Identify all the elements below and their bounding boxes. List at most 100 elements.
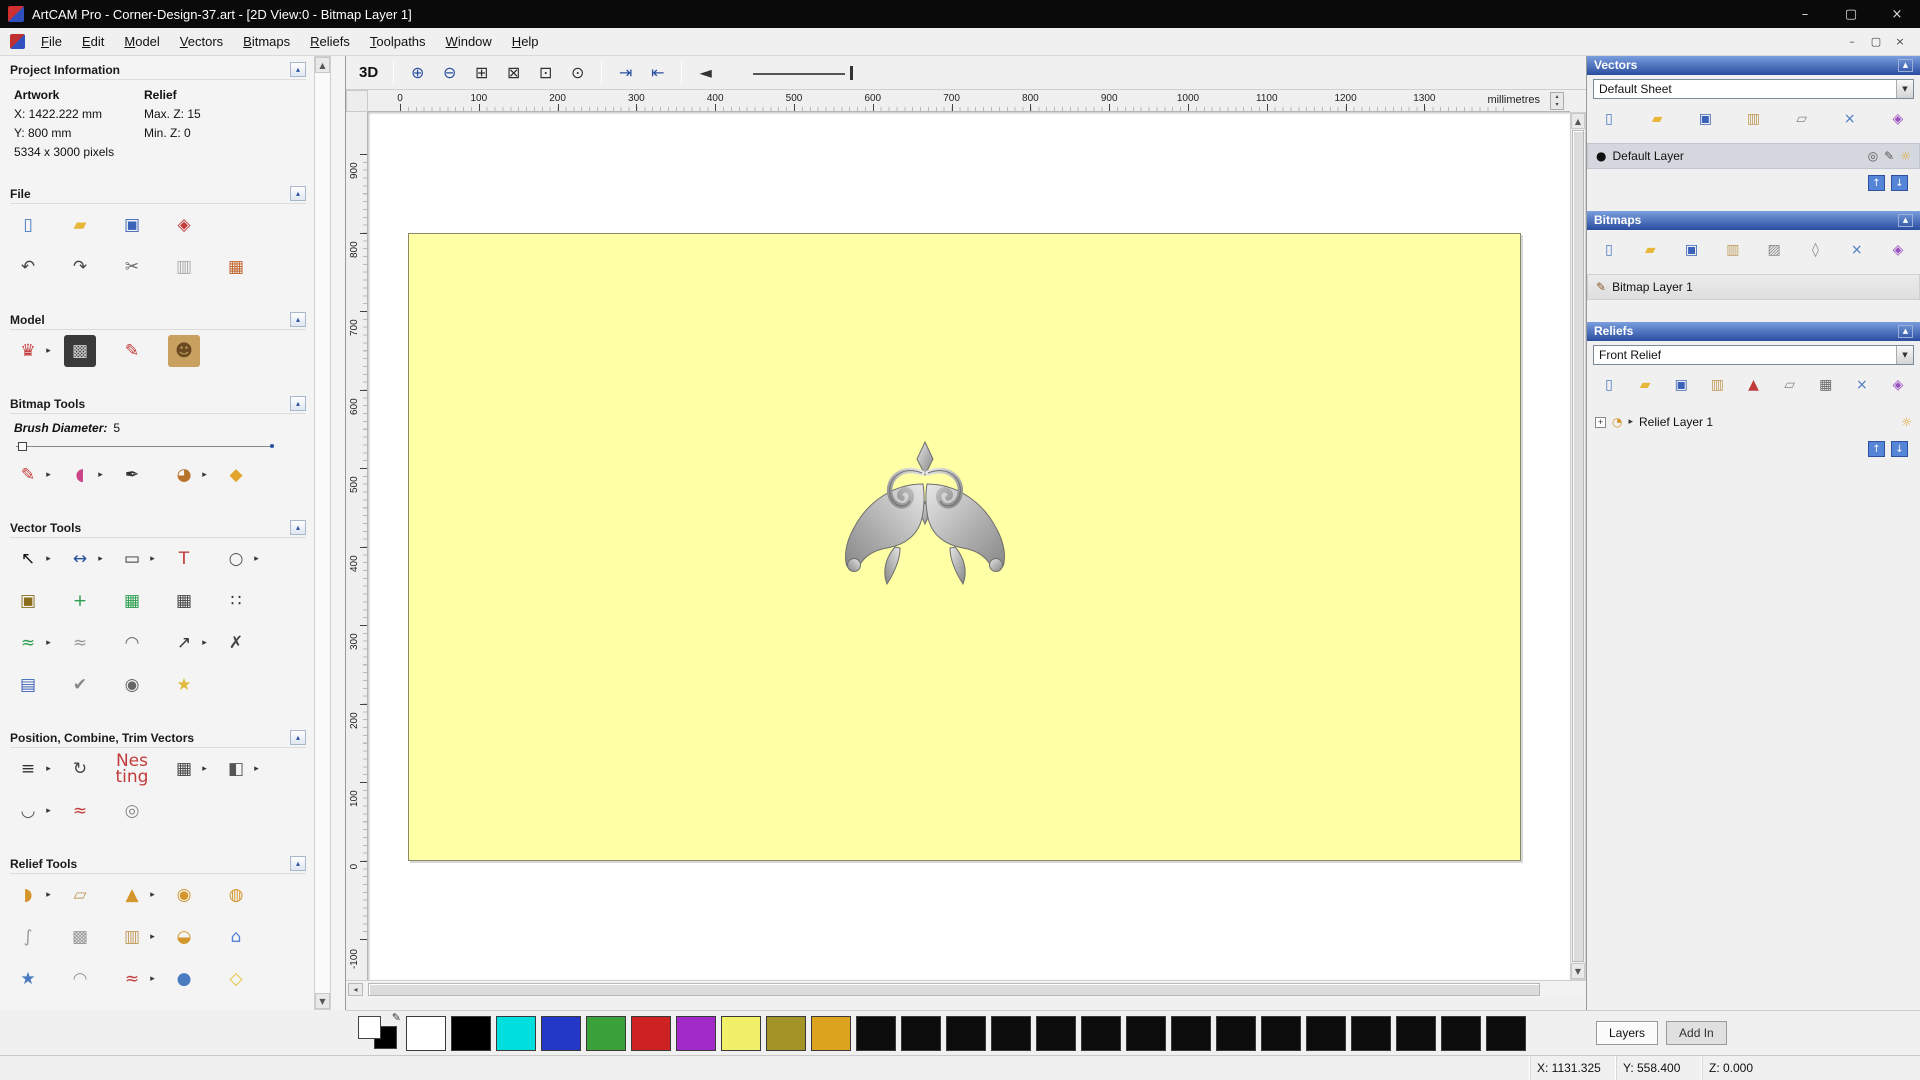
- texture-relief-icon[interactable]: ●: [168, 963, 200, 995]
- scatter-points-icon[interactable]: ∷: [220, 585, 252, 617]
- colour-swatch[interactable]: [811, 1015, 851, 1051]
- wave-relief-icon[interactable]: ≈: [116, 963, 148, 995]
- flyout-arrow-icon[interactable]: ▸: [148, 974, 157, 984]
- join-vectors-icon[interactable]: ◡: [12, 795, 44, 827]
- vector-layer-row[interactable]: ● Default Layer ◎ ✎ ☼: [1587, 143, 1920, 169]
- merge-relief-layers-icon[interactable]: ◈: [1886, 375, 1910, 397]
- star-tool-icon[interactable]: ★: [168, 669, 200, 701]
- colour-swatch[interactable]: [1126, 1015, 1166, 1051]
- new-model-icon[interactable]: ▯: [12, 209, 44, 241]
- colour-swatch[interactable]: [856, 1015, 896, 1051]
- vector-doctor-icon[interactable]: ✔: [64, 669, 96, 701]
- new-relief-sheet-icon[interactable]: ▱: [1778, 375, 1802, 397]
- link-bitmap-icon[interactable]: ◊: [1803, 240, 1827, 262]
- colour-swatch[interactable]: [946, 1015, 986, 1051]
- import-bitmap-layer-icon[interactable]: ▥: [1721, 240, 1745, 262]
- extract-relief-icon[interactable]: ⌂: [220, 921, 252, 953]
- colour-swatch[interactable]: [451, 1015, 491, 1051]
- collapse-section-button[interactable]: ▴: [290, 396, 306, 411]
- drawing-viewport[interactable]: [368, 112, 1570, 980]
- stamp-bitmap-icon[interactable]: ▨: [1762, 240, 1786, 262]
- colour-swatch[interactable]: [1351, 1015, 1391, 1051]
- colour-swatch[interactable]: [1486, 1015, 1526, 1051]
- smooth-polyline-icon[interactable]: ≈: [64, 627, 96, 659]
- text-panel-icon[interactable]: ▦: [116, 585, 148, 617]
- colour-swatch[interactable]: [1036, 1015, 1076, 1051]
- horizontal-scroll-thumb[interactable]: [368, 983, 1540, 996]
- collapse-section-button[interactable]: ▴: [290, 62, 306, 77]
- ruler-origin-button[interactable]: [346, 90, 368, 112]
- flyout-arrow-icon[interactable]: ▸: [44, 638, 53, 648]
- menu-item[interactable]: Model: [114, 29, 169, 54]
- collapse-section-button[interactable]: ▴: [290, 520, 306, 535]
- cut-icon[interactable]: ✂: [116, 251, 148, 283]
- move-layer-up-button[interactable]: ↑: [1868, 441, 1885, 457]
- paste-icon[interactable]: ▦: [220, 251, 252, 283]
- select-vectors-icon[interactable]: ↖: [12, 543, 44, 575]
- snap-toggle-icon[interactable]: ◎: [1868, 149, 1878, 163]
- colour-swatch[interactable]: [1171, 1015, 1211, 1051]
- zoom-in-icon[interactable]: ⊕: [404, 60, 431, 85]
- panel-tab[interactable]: Add In: [1666, 1021, 1727, 1045]
- transform-vectors-icon[interactable]: ↔: [64, 543, 96, 575]
- new-sheet-icon[interactable]: ▱: [1790, 109, 1814, 131]
- flyout-arrow-icon[interactable]: ▸: [200, 764, 209, 774]
- zoom-out-icon[interactable]: ⊖: [436, 60, 463, 85]
- open-model-icon[interactable]: ▰: [64, 209, 96, 241]
- flyout-arrow-icon[interactable]: ▸: [148, 932, 157, 942]
- align-vectors-icon[interactable]: ≡: [12, 753, 44, 785]
- flyout-arrow-icon[interactable]: ▸: [252, 554, 261, 564]
- ring-copy-icon[interactable]: ◎: [116, 795, 148, 827]
- flyout-arrow-icon[interactable]: ▸: [200, 638, 209, 648]
- rectangle-tool-icon[interactable]: ▭: [116, 543, 148, 575]
- vector-boundary-icon[interactable]: +: [64, 585, 96, 617]
- colour-swatch[interactable]: [1261, 1015, 1301, 1051]
- visibility-toggle-icon[interactable]: ☼: [1901, 415, 1912, 429]
- flood-fill-icon[interactable]: ◆: [220, 459, 252, 491]
- menu-item[interactable]: Edit: [72, 29, 114, 54]
- line-width-preview[interactable]: [753, 65, 854, 81]
- block-rotate-copy-icon[interactable]: ↻: [64, 753, 96, 785]
- flyout-arrow-icon[interactable]: ▸: [252, 764, 261, 774]
- mdi-minimize-button[interactable]: –: [1840, 35, 1864, 48]
- redo-icon[interactable]: ↷: [64, 251, 96, 283]
- model-picture-icon[interactable]: ☻: [168, 335, 200, 367]
- arc-tool-icon[interactable]: ↗: [168, 627, 200, 659]
- add-shape-icon[interactable]: ◒: [168, 921, 200, 953]
- paint-colour-indicator[interactable]: ✎: [356, 1011, 402, 1053]
- menu-item[interactable]: File: [31, 29, 72, 54]
- save-model-icon[interactable]: ▣: [116, 209, 148, 241]
- ruler-unit-spinner[interactable]: ▴ ▾: [1550, 92, 1564, 110]
- slider-handle[interactable]: [18, 442, 27, 451]
- add-relief-layer-button[interactable]: +: [1595, 416, 1606, 428]
- colour-swatch[interactable]: [766, 1015, 806, 1051]
- carve-relief-icon[interactable]: ▲: [116, 879, 148, 911]
- sheet-select[interactable]: Default Sheet ▼: [1593, 79, 1914, 99]
- open-vector-layer-icon[interactable]: ▰: [1645, 109, 1669, 131]
- new-vector-layer-icon[interactable]: ▯: [1597, 109, 1621, 131]
- merge-vector-layers-icon[interactable]: ◈: [1886, 109, 1910, 131]
- scroll-up-icon[interactable]: ▲: [315, 57, 330, 73]
- flyout-arrow-icon[interactable]: ▸: [148, 890, 157, 900]
- trim-vectors-icon[interactable]: ◧: [220, 753, 252, 785]
- colour-swatch[interactable]: [586, 1015, 626, 1051]
- menu-item[interactable]: Window: [436, 29, 502, 54]
- flyout-arrow-icon[interactable]: ▸: [200, 470, 209, 480]
- open-relief-layer-icon[interactable]: ▰: [1633, 375, 1657, 397]
- expander-icon[interactable]: ▸: [1628, 417, 1633, 427]
- scroll-down-icon[interactable]: ▼: [1571, 963, 1585, 979]
- horizontal-scrollbar[interactable]: ◂: [346, 980, 1586, 998]
- mdi-restore-button[interactable]: ▢: [1864, 35, 1888, 48]
- flyout-arrow-icon[interactable]: ▸: [44, 346, 53, 356]
- close-button[interactable]: ×: [1874, 0, 1920, 28]
- flyout-arrow-icon[interactable]: ▸: [44, 890, 53, 900]
- model-texture-icon[interactable]: ▩: [64, 335, 96, 367]
- flyout-arrow-icon[interactable]: ▸: [44, 806, 53, 816]
- flyout-arrow-icon[interactable]: ▸: [96, 470, 105, 480]
- scroll-corner-button[interactable]: ◂: [348, 983, 363, 996]
- zoom-fit-icon[interactable]: ⊡: [532, 60, 559, 85]
- colour-swatch[interactable]: [676, 1015, 716, 1051]
- new-relief-layer-icon[interactable]: ▯: [1597, 375, 1621, 397]
- blend-vectors-icon[interactable]: ▤: [12, 669, 44, 701]
- mdi-close-button[interactable]: ×: [1888, 35, 1912, 48]
